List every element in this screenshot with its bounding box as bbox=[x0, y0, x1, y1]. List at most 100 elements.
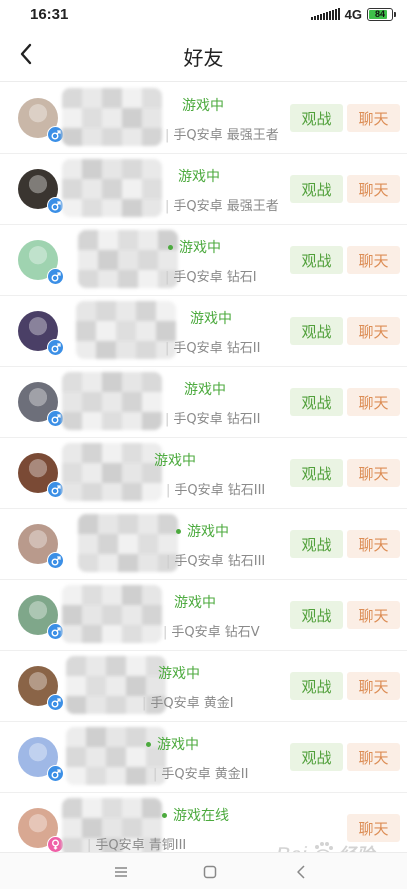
chat-button[interactable]: 聊天 bbox=[347, 104, 400, 132]
platform-rank-text: 手Q安卓 钻石I bbox=[173, 270, 257, 285]
game-status: 游戏中 bbox=[178, 166, 220, 186]
game-status-text: 游戏中 bbox=[182, 98, 224, 114]
male-icon bbox=[47, 339, 64, 356]
game-status-text: 游戏中 bbox=[184, 382, 226, 398]
blurred-name bbox=[62, 585, 162, 643]
avatar[interactable] bbox=[18, 453, 64, 498]
separator: | bbox=[166, 554, 171, 569]
separator: | bbox=[165, 341, 170, 356]
chat-button[interactable]: 聊天 bbox=[347, 672, 400, 700]
avatar[interactable] bbox=[18, 382, 64, 427]
blurred-name bbox=[76, 301, 176, 359]
platform-rank: | 手Q安卓 最强王者 bbox=[165, 124, 279, 143]
male-icon bbox=[47, 268, 64, 285]
blurred-name bbox=[62, 159, 162, 217]
watch-button[interactable]: 观战 bbox=[290, 246, 343, 274]
avatar[interactable] bbox=[18, 240, 64, 285]
male-icon bbox=[47, 765, 64, 782]
chat-button[interactable]: 聊天 bbox=[347, 246, 400, 274]
avatar[interactable] bbox=[18, 311, 64, 356]
separator: | bbox=[163, 625, 168, 640]
friend-row[interactable]: 游戏中 | 手Q安卓 钻石III 观战 聊天 bbox=[0, 509, 407, 580]
watch-button[interactable]: 观战 bbox=[290, 317, 343, 345]
blurred-name bbox=[62, 372, 162, 430]
game-status-text: 游戏中 bbox=[158, 666, 200, 682]
friend-row[interactable]: 游戏中 | 手Q安卓 钻石II 观战 聊天 bbox=[0, 367, 407, 438]
chat-button[interactable]: 聊天 bbox=[347, 743, 400, 771]
signal-icon bbox=[310, 8, 340, 20]
platform-rank-text: 手Q安卓 钻石V bbox=[171, 625, 260, 640]
platform-rank: | 手Q安卓 青铜III bbox=[87, 834, 186, 853]
platform-rank-text: 手Q安卓 钻石II bbox=[173, 341, 261, 356]
platform-rank-text: 手Q安卓 最强王者 bbox=[173, 128, 279, 143]
page-title: 好友 bbox=[183, 46, 224, 70]
online-dot-icon bbox=[162, 812, 167, 818]
platform-rank: | 手Q安卓 钻石III bbox=[166, 550, 265, 569]
avatar[interactable] bbox=[18, 737, 64, 782]
game-status: 游戏中 bbox=[154, 450, 196, 470]
watch-button[interactable]: 观战 bbox=[290, 459, 343, 487]
separator: | bbox=[153, 767, 158, 782]
watch-button[interactable]: 观战 bbox=[290, 104, 343, 132]
chat-button[interactable]: 聊天 bbox=[347, 175, 400, 203]
avatar[interactable] bbox=[18, 666, 64, 711]
separator: | bbox=[166, 483, 171, 498]
game-status-text: 游戏中 bbox=[179, 240, 221, 256]
chat-button[interactable]: 聊天 bbox=[347, 388, 400, 416]
watch-button[interactable]: 观战 bbox=[290, 743, 343, 771]
separator: | bbox=[165, 270, 170, 285]
separator: | bbox=[165, 412, 170, 427]
game-status: 游戏在线 bbox=[162, 805, 229, 825]
platform-rank: | 手Q安卓 钻石II bbox=[165, 408, 260, 427]
watch-button[interactable]: 观战 bbox=[290, 672, 343, 700]
friend-row[interactable]: 游戏中 | 手Q安卓 钻石I 观战 聊天 bbox=[0, 225, 407, 296]
game-status: 游戏中 bbox=[176, 521, 229, 541]
platform-rank: | 手Q安卓 钻石I bbox=[165, 266, 257, 285]
platform-rank-text: 手Q安卓 最强王者 bbox=[173, 199, 279, 214]
game-status: 游戏中 bbox=[146, 734, 199, 754]
watch-button[interactable]: 观战 bbox=[290, 601, 343, 629]
chat-button[interactable]: 聊天 bbox=[347, 530, 400, 558]
friend-row[interactable]: 游戏中 | 手Q安卓 钻石V 观战 聊天 bbox=[0, 580, 407, 651]
platform-rank-text: 手Q安卓 黄金I bbox=[150, 696, 234, 711]
chat-button[interactable]: 聊天 bbox=[347, 459, 400, 487]
male-icon bbox=[47, 694, 64, 711]
blurred-name bbox=[62, 443, 162, 501]
friend-row[interactable]: 游戏中 | 手Q安卓 黄金II 观战 聊天 bbox=[0, 722, 407, 793]
avatar[interactable] bbox=[18, 169, 64, 214]
separator: | bbox=[87, 838, 92, 853]
separator: | bbox=[142, 696, 147, 711]
separator: | bbox=[165, 199, 170, 214]
game-status-text: 游戏在线 bbox=[173, 808, 229, 824]
online-dot-icon bbox=[168, 244, 173, 250]
status-bar: 16:31 4G 84 bbox=[0, 0, 407, 28]
watch-button[interactable]: 观战 bbox=[290, 388, 343, 416]
avatar[interactable] bbox=[18, 524, 64, 569]
home-button[interactable] bbox=[199, 861, 221, 883]
nav-back-button[interactable] bbox=[290, 861, 312, 883]
friend-row[interactable]: 游戏中 | 手Q安卓 最强王者 观战 聊天 bbox=[0, 154, 407, 225]
status-time: 16:31 bbox=[30, 5, 69, 23]
platform-rank-text: 手Q安卓 钻石III bbox=[174, 483, 266, 498]
platform-rank: | 手Q安卓 黄金I bbox=[142, 692, 234, 711]
platform-rank-text: 手Q安卓 钻石III bbox=[174, 554, 266, 569]
game-status: 游戏中 bbox=[174, 592, 216, 612]
watch-button[interactable]: 观战 bbox=[290, 175, 343, 203]
avatar[interactable] bbox=[18, 595, 64, 640]
avatar[interactable] bbox=[18, 808, 64, 853]
network-type: 4G bbox=[344, 6, 362, 22]
watch-button[interactable]: 观战 bbox=[290, 530, 343, 558]
recent-apps-button[interactable] bbox=[110, 861, 132, 883]
chat-button[interactable]: 聊天 bbox=[347, 317, 400, 345]
friend-row[interactable]: 游戏中 | 手Q安卓 黄金I 观战 聊天 bbox=[0, 651, 407, 722]
blurred-name bbox=[78, 230, 178, 288]
platform-rank: | 手Q安卓 最强王者 bbox=[165, 195, 279, 214]
game-status: 游戏中 bbox=[182, 95, 224, 115]
friend-row[interactable]: 游戏中 | 手Q安卓 最强王者 观战 聊天 bbox=[0, 83, 407, 154]
friend-row[interactable]: 游戏中 | 手Q安卓 钻石III 观战 聊天 bbox=[0, 438, 407, 509]
avatar[interactable] bbox=[18, 98, 64, 143]
menu-icon bbox=[115, 867, 127, 877]
chat-button[interactable]: 聊天 bbox=[347, 601, 400, 629]
platform-rank-text: 手Q安卓 青铜III bbox=[95, 838, 187, 853]
friend-row[interactable]: 游戏中 | 手Q安卓 钻石II 观战 聊天 bbox=[0, 296, 407, 367]
